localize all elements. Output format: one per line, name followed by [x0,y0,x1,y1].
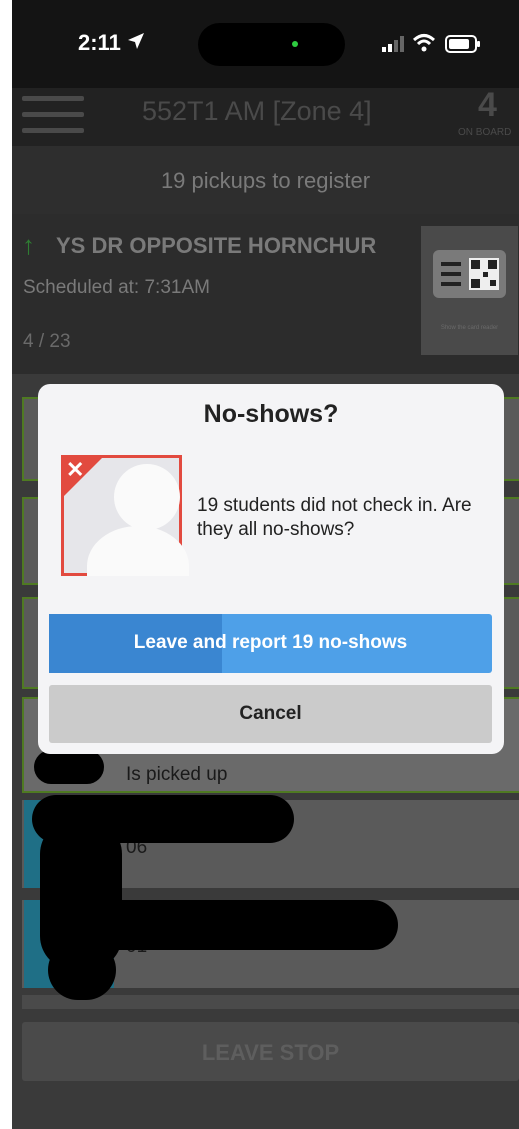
pickup-status: Is picked up [126,764,228,785]
stop-name: YS DR OPPOSITE HORNCHUR [56,233,377,258]
status-time: 2:11 [78,30,121,55]
dialog-message: 19 students did not check in. Are they a… [197,495,472,540]
card-reader-label: Show the card reader [440,325,499,331]
on-board-count: 4 [478,86,497,124]
dynamic-island [198,23,345,66]
close-icon: ✕ [66,457,85,482]
avatar-head [114,464,180,530]
app-screen: 2:11 552T1 AM [Zone 4] 4 ON BOARD 19 pic… [12,0,519,1129]
card-reader-icon [433,250,506,298]
redaction-mark [48,900,398,950]
location-arrow-icon [126,31,146,56]
battery-icon [445,35,481,58]
stop-scheduled-time: Scheduled at: 7:31AM [23,277,210,298]
menu-icon[interactable] [22,96,84,136]
arrow-up-icon: ↑ [22,230,35,260]
wifi-icon [412,33,436,58]
route-title: 552T1 AM [Zone 4] [142,96,372,126]
pickups-count-text: 19 pickups to register [160,168,371,193]
camera-indicator-dot [292,41,298,47]
redaction-mark [48,940,116,1000]
cancel-button-label: Cancel [239,703,302,724]
on-board-label: ON BOARD [458,127,512,138]
report-button-label: Leave and report 19 no-shows [133,632,408,653]
redaction-mark [34,750,104,784]
stop-progress: 4 / 23 [23,331,71,352]
leave-stop-label: LEAVE STOP [201,1040,340,1065]
signal-icon [382,36,404,57]
dialog-title: No-shows? [203,400,339,428]
